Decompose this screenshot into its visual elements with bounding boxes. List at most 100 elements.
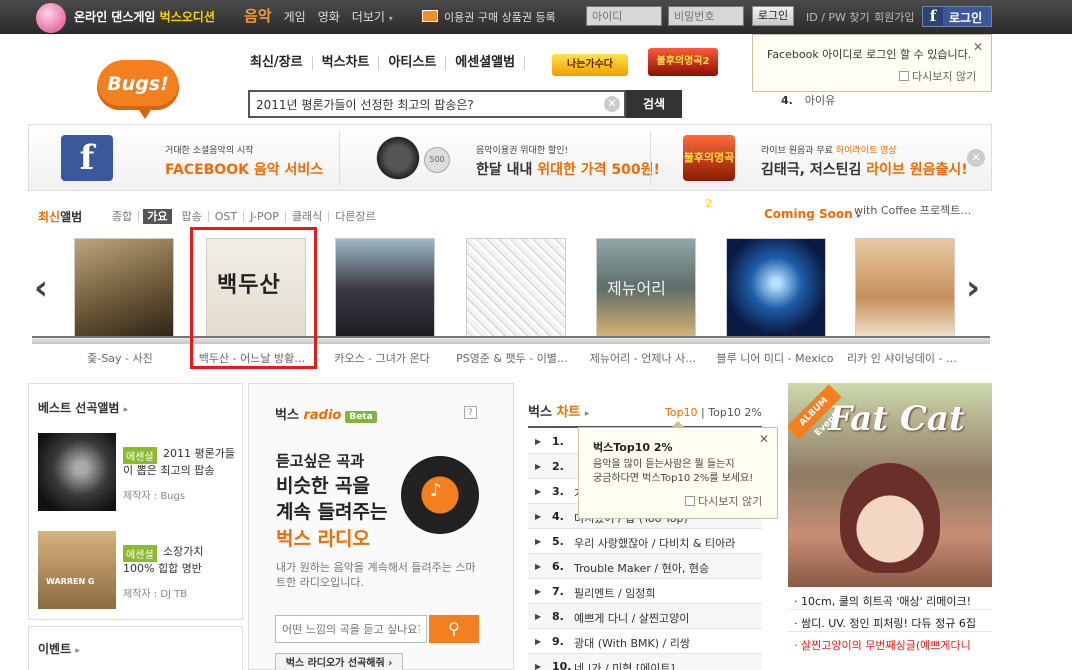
album-thumbnail[interactable]: [38, 433, 116, 511]
tab-kpop[interactable]: 가요: [143, 209, 172, 224]
checkbox[interactable]: [899, 71, 909, 81]
album-cover[interactable]: [74, 238, 174, 338]
singer-show-badge[interactable]: 나는가수다: [552, 54, 628, 76]
tab-other[interactable]: 다른장르: [329, 211, 381, 222]
clear-icon[interactable]: ✕: [604, 96, 620, 112]
album-title[interactable]: PS영준 & 팻두 - 이별…: [453, 350, 571, 366]
song-title[interactable]: 우리 사랑했잖아 / 다비치 & 티아라: [574, 535, 760, 551]
immortal-songs-badge[interactable]: 불후의명곡2: [648, 48, 718, 76]
find-id-pw-link[interactable]: ID / PW 찾기: [806, 9, 870, 25]
song-title[interactable]: Trouble Maker / 현아, 현승: [574, 560, 760, 576]
facebook-login-button[interactable]: f 로그인: [922, 6, 992, 27]
banner-live[interactable]: 불후의명곡2 라이브 원음과 무료 하이라이트 영상 김태극, 저스틴김 라이브…: [651, 125, 968, 210]
chart-row[interactable]: ▶ 8. 예쁘게 다니 / 살찐고양이: [528, 604, 762, 629]
best-albums-title[interactable]: 베스트 선곡앨범 ▸: [38, 399, 128, 416]
song-title[interactable]: 광대 (With BMK) / 리쌍: [574, 635, 760, 651]
play-icon[interactable]: ▶: [535, 486, 546, 497]
album-title[interactable]: 리카 인 샤이닝데이 - …: [843, 350, 961, 366]
best-album-name[interactable]: 2011 평론가들이 뽑은 최고의 팝송: [123, 445, 238, 479]
ticket-icon: [422, 10, 438, 22]
dont-show-again[interactable]: 다시보지 않기: [899, 68, 976, 84]
album-cover[interactable]: [855, 238, 955, 338]
main-nav-chart[interactable]: 벅스차트: [313, 56, 380, 70]
play-icon[interactable]: ▶: [535, 511, 546, 522]
banner-pass-discount[interactable]: 500 음악이용권 위대한 할인! 한달 내내 위대한 가격 500원!: [340, 125, 660, 190]
play-icon[interactable]: ▶: [535, 611, 546, 622]
join-link[interactable]: 회원가입: [874, 9, 914, 25]
tab-all[interactable]: 종합: [106, 211, 140, 222]
close-icon[interactable]: ✕: [967, 149, 985, 167]
event-title[interactable]: 이벤트 ▸: [38, 640, 80, 657]
song-title[interactable]: 네 |가 / 미혁 [에이트]: [574, 660, 760, 670]
radio-search-input[interactable]: [275, 615, 427, 643]
song-title[interactable]: 예쁘게 다니 / 살찐고양이: [574, 610, 760, 626]
album-title[interactable]: 줒-Say - 사진: [61, 350, 179, 366]
album-cover[interactable]: [466, 238, 566, 338]
chart-row[interactable]: ▶ 7. 필리멘트 / 임정희: [528, 579, 762, 604]
main-nav-artist[interactable]: 아티스트: [379, 56, 447, 70]
chart-row[interactable]: ▶ 9. 광대 (With BMK) / 리쌍: [528, 629, 762, 654]
chart-row[interactable]: ▶ 10. 네 |가 / 미혁 [에이트]: [528, 654, 762, 670]
coming-soon-album[interactable]: with Coffee 프로젝트…: [854, 202, 984, 218]
play-icon[interactable]: ▶: [535, 436, 546, 447]
search-input[interactable]: [256, 95, 596, 113]
nav-game[interactable]: 게임: [284, 8, 306, 25]
coming-soon-label[interactable]: Coming Soon ▸: [764, 207, 861, 221]
realtime-rank-item[interactable]: 4. 아이유: [781, 92, 835, 108]
close-icon[interactable]: ✕: [973, 40, 983, 54]
banner-subtitle-highlight: 하이라이트 영상: [835, 146, 897, 156]
close-icon[interactable]: ✕: [759, 432, 769, 446]
album-cover[interactable]: [335, 238, 435, 338]
album-cover[interactable]: [726, 238, 826, 338]
album-cover[interactable]: 제뉴어리: [596, 238, 696, 338]
tab-pop[interactable]: 팝송: [176, 211, 209, 222]
play-icon[interactable]: ▶: [535, 461, 546, 472]
album-title[interactable]: 블루 니어 미디 - Mexico: [712, 350, 838, 366]
play-icon[interactable]: ▶: [535, 561, 546, 572]
password-input[interactable]: [668, 6, 744, 26]
nav-more[interactable]: 더보기 ▾: [352, 8, 393, 25]
main-nav-essential[interactable]: 에센셜앨범: [446, 56, 526, 70]
list-item[interactable]: · 10cm, 쿨의 히트곡 '애상' 리메이크!: [788, 588, 992, 610]
latest-albums-title[interactable]: 최신앨범: [38, 208, 82, 225]
radio-pick-button[interactable]: 벅스 라디오가 선곡해줘 ›: [275, 653, 403, 670]
play-icon[interactable]: ▶: [535, 536, 546, 547]
play-icon[interactable]: ▶: [535, 586, 546, 597]
album-title[interactable]: 제뉴어리 - 언제나 사…: [584, 350, 702, 366]
bugs-logo[interactable]: Bugs!: [97, 60, 179, 119]
chevron-left-icon[interactable]: ‹: [34, 268, 48, 308]
album-event-banner[interactable]: Fat Cat ALBUM Event: [788, 383, 992, 587]
tab-classic[interactable]: 클래식: [286, 211, 330, 222]
song-title[interactable]: 필리멘트 / 임정희: [574, 585, 760, 601]
play-icon[interactable]: ▶: [535, 636, 546, 647]
nav-music[interactable]: 음악: [244, 5, 272, 26]
chart-row[interactable]: ▶ 5. 우리 사랑했잖아 / 다비치 & 티아라: [528, 529, 762, 554]
dance-game-link[interactable]: 온라인 댄스게임 벅스오디션: [74, 8, 215, 25]
chevron-right-icon[interactable]: ›: [966, 268, 980, 308]
search-button[interactable]: 검색: [626, 90, 682, 118]
help-icon[interactable]: ?: [464, 406, 477, 419]
list-item[interactable]: · 쌈디. UV. 정인 피처링! 다듀 정규 6집: [788, 610, 992, 632]
list-item[interactable]: · 살찐고양이의 무번째싱글(예쁘게다니: [788, 632, 992, 654]
main-nav-latest[interactable]: 최신/장르: [250, 56, 313, 70]
id-input[interactable]: [586, 6, 662, 26]
album-thumbnail[interactable]: WARREN G: [38, 531, 116, 609]
play-icon[interactable]: ▶: [535, 661, 546, 670]
search-icon[interactable]: ⚲: [429, 615, 479, 643]
tab-jpop[interactable]: J-POP: [244, 211, 286, 222]
game-prefix: 온라인 댄스게임: [74, 10, 156, 24]
tab-top10-2pct[interactable]: Top10 2%: [708, 406, 762, 419]
tab-ost[interactable]: OST: [209, 211, 245, 222]
album-title[interactable]: 카오스 - 그녀가 온다: [323, 350, 441, 366]
dont-show-again[interactable]: 다시보지 않기: [685, 493, 762, 509]
login-button[interactable]: 로그인: [752, 6, 794, 26]
best-album-name[interactable]: 소장가치 100% 힙합 명반: [123, 543, 238, 577]
bugs-chart-title[interactable]: 벅스 차트 ▸: [528, 401, 589, 420]
ticket-links[interactable]: 이용권 구매 상품권 등록: [444, 9, 556, 25]
dance-game-mascot-icon[interactable]: [36, 3, 66, 33]
nav-movie[interactable]: 영화: [318, 8, 340, 25]
checkbox[interactable]: [685, 496, 695, 506]
tab-top10[interactable]: Top10: [665, 406, 698, 419]
banner-facebook[interactable]: f 거대한 소셜음악의 시작 FACEBOOK 음악 서비스: [29, 125, 339, 190]
chart-row[interactable]: ▶ 6. Trouble Maker / 현아, 현승: [528, 554, 762, 579]
